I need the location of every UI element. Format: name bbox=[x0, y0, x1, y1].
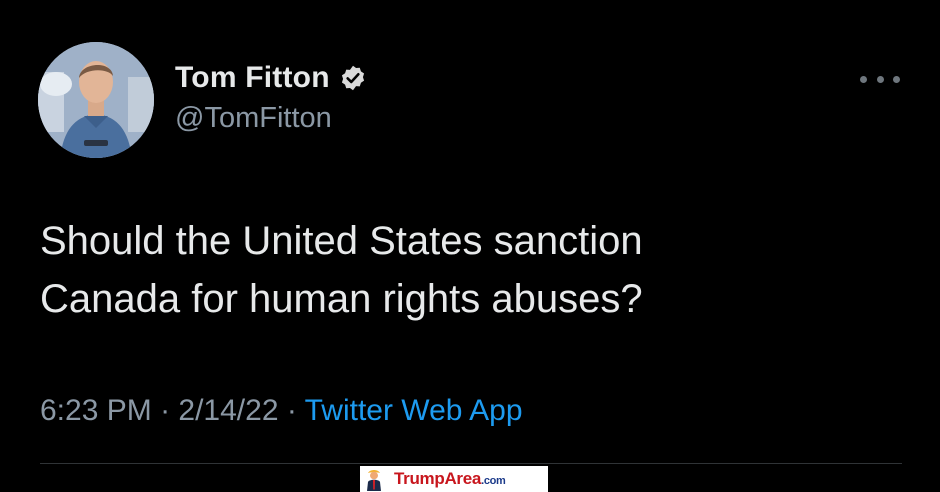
more-dot bbox=[860, 75, 867, 83]
watermark-brand: TrumpArea.com bbox=[394, 469, 506, 489]
more-dot bbox=[893, 75, 900, 83]
meta-separator: · bbox=[151, 394, 179, 427]
trump-figure-icon bbox=[367, 470, 381, 491]
tweet-time[interactable]: 6:23 PM bbox=[40, 394, 152, 427]
watermark-brand-part1: Trump bbox=[394, 469, 445, 488]
tweet-text: Should the United States sanction Canada… bbox=[40, 212, 900, 328]
meta-separator: · bbox=[278, 394, 305, 427]
avatar[interactable] bbox=[38, 42, 154, 158]
more-horizontal-icon[interactable] bbox=[860, 70, 900, 88]
watermark-brand-part2: Area bbox=[444, 469, 482, 488]
avatar-photo bbox=[38, 42, 154, 158]
tweet-date[interactable]: 2/14/22 bbox=[178, 394, 278, 427]
tweet-card: Tom Fitton @TomFitton Should the United … bbox=[0, 0, 940, 492]
watermark: TrumpArea.com bbox=[360, 466, 548, 492]
verified-badge-icon bbox=[341, 65, 364, 91]
author-handle[interactable]: @TomFitton bbox=[175, 102, 332, 135]
divider bbox=[40, 463, 902, 464]
author-display-name[interactable]: Tom Fitton bbox=[175, 61, 330, 95]
tweet-meta: 6:23 PM · 2/14/22 · Twitter Web App bbox=[40, 394, 523, 428]
tweet-text-line: Canada for human rights abuses? bbox=[40, 277, 643, 321]
watermark-brand-suffix: .com bbox=[481, 475, 506, 487]
tweet-source-link[interactable]: Twitter Web App bbox=[305, 394, 523, 427]
more-dot bbox=[876, 75, 884, 83]
author-name-row: Tom Fitton bbox=[175, 60, 367, 96]
tweet-text-line: Should the United States sanction bbox=[40, 219, 643, 263]
